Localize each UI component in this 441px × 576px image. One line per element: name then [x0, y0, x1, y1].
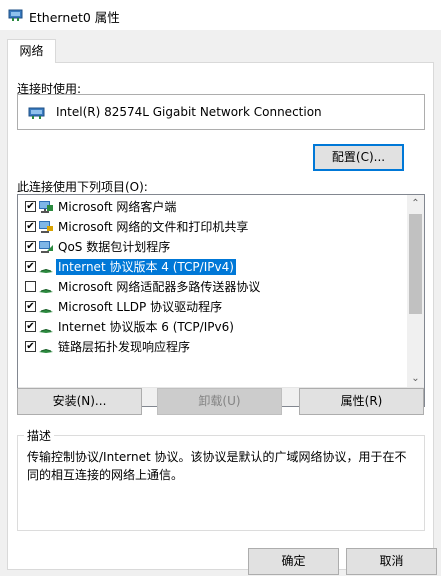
item-checkbox[interactable]: ✔	[25, 301, 36, 312]
configure-button[interactable]: 配置(C)...	[313, 144, 404, 171]
items-label: 此连接使用下列项目(O):	[17, 180, 148, 194]
list-item[interactable]: ✔ 链路层拓扑发现响应程序	[18, 337, 403, 357]
install-button[interactable]: 安装(N)...	[17, 388, 142, 415]
list-item[interactable]: ✔ Microsoft 网络的文件和打印机共享	[18, 217, 403, 237]
list-item[interactable]: ✔ Internet 协议版本 4 (TCP/IPv4)	[18, 257, 403, 277]
protocol-icon	[38, 340, 54, 354]
adapter-box: Intel(R) 82574L Gigabit Network Connecti…	[17, 94, 425, 130]
protocol-icon	[38, 260, 54, 274]
title-bar: Ethernet0 属性	[0, 0, 441, 30]
network-adapter-icon	[28, 107, 45, 119]
item-label: 链路层拓扑发现响应程序	[58, 340, 191, 354]
list-item[interactable]: ✔ QoS 数据包计划程序	[18, 237, 403, 257]
protocol-icon	[38, 320, 54, 334]
list-item[interactable]: ✔ Internet 协议版本 6 (TCP/IPv6)	[18, 317, 403, 337]
list-item[interactable]: ✔ Microsoft 网络客户端	[18, 197, 403, 217]
cancel-button[interactable]: 取消	[346, 548, 437, 575]
list-item[interactable]: Microsoft 网络适配器多路传送器协议	[18, 277, 403, 297]
item-label: Internet 协议版本 6 (TCP/IPv6)	[58, 320, 234, 334]
tab-networking[interactable]: 网络	[7, 39, 56, 63]
ok-button[interactable]: 确定	[248, 548, 339, 575]
list-item[interactable]: ✔ Microsoft LLDP 协议驱动程序	[18, 297, 403, 317]
item-label: Microsoft 网络适配器多路传送器协议	[58, 280, 261, 294]
properties-button[interactable]: 属性(R)	[299, 388, 424, 415]
item-label: Internet 协议版本 4 (TCP/IPv4)	[56, 259, 236, 275]
item-checkbox[interactable]: ✔	[25, 241, 36, 252]
properties-dialog: 网络 连接时使用: Intel(R) 82574L Gigabit Networ…	[0, 30, 441, 576]
item-checkbox[interactable]: ✔	[25, 321, 36, 332]
scroll-thumb[interactable]	[409, 214, 422, 314]
network-client-icon	[38, 200, 54, 214]
item-checkbox[interactable]: ✔	[25, 261, 36, 272]
item-checkbox[interactable]: ✔	[25, 221, 36, 232]
file-printer-sharing-icon	[38, 220, 54, 234]
item-label: QoS 数据包计划程序	[58, 240, 171, 254]
protocol-icon	[38, 280, 54, 294]
qos-icon	[38, 240, 54, 254]
protocol-icon	[38, 300, 54, 314]
network-adapter-icon	[8, 9, 23, 21]
item-label: Microsoft LLDP 协议驱动程序	[58, 300, 223, 314]
item-label: Microsoft 网络客户端	[58, 200, 177, 214]
vertical-scrollbar[interactable]: ⌃ ⌄	[407, 195, 424, 387]
scroll-up-icon[interactable]: ⌃	[407, 195, 424, 212]
description-title: 描述	[24, 427, 55, 444]
item-label: Microsoft 网络的文件和打印机共享	[58, 220, 249, 234]
item-checkbox[interactable]: ✔	[25, 201, 36, 212]
item-checkbox[interactable]	[25, 281, 36, 292]
uninstall-button[interactable]: 卸载(U)	[157, 388, 282, 415]
scroll-down-icon[interactable]: ⌄	[407, 370, 424, 387]
components-list[interactable]: ✔ Microsoft 网络客户端 ✔ Microsoft 网络的文件和打印机共享 ✔ Q…	[17, 194, 425, 407]
window-title: Ethernet0 属性	[29, 10, 120, 25]
item-checkbox[interactable]: ✔	[25, 341, 36, 352]
adapter-name: Intel(R) 82574L Gigabit Network Connecti…	[56, 105, 322, 119]
description-text: 传输控制协议/Internet 协议。该协议是默认的广域网络协议，用于在不同的相…	[27, 450, 407, 482]
